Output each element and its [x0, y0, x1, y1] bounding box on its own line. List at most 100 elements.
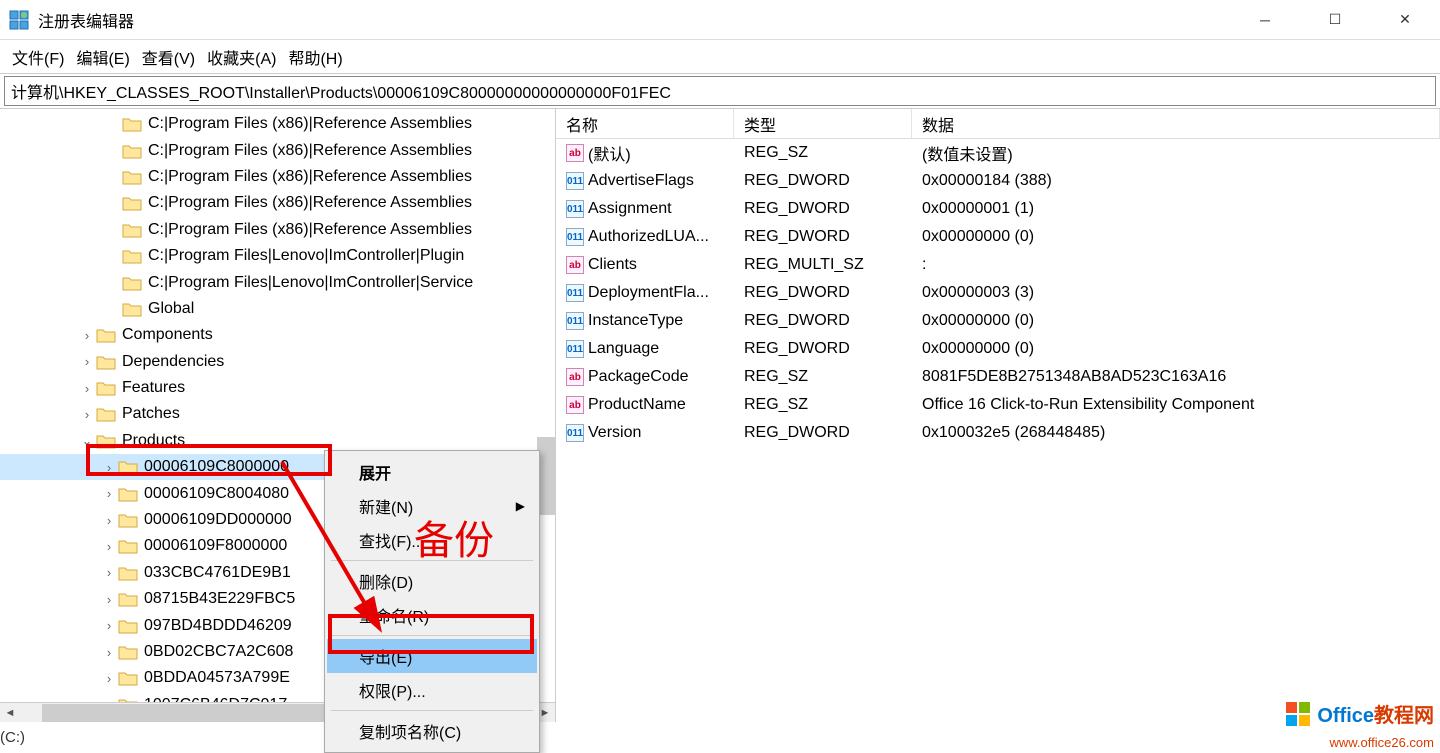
menu-file[interactable]: 文件(F): [12, 45, 64, 69]
registry-value-row[interactable]: 011AdvertiseFlagsREG_DWORD0x00000184 (38…: [556, 167, 1440, 195]
value-name: AdvertiseFlags: [588, 172, 694, 190]
value-data: 0x00000000 (0): [912, 312, 1440, 330]
value-type: REG_DWORD: [734, 424, 912, 442]
folder-icon: [118, 591, 138, 607]
tree-item-label: C:|Program Files|Lenovo|ImController|Ser…: [148, 274, 473, 292]
tree-expander-icon[interactable]: ⌄: [78, 433, 96, 449]
tree-item[interactable]: ›Features: [0, 375, 555, 401]
header-data[interactable]: 数据: [912, 109, 1440, 138]
tree-item[interactable]: C:|Program Files (x86)|Reference Assembl…: [0, 217, 555, 243]
close-button[interactable]: ✕: [1370, 0, 1440, 40]
tree-item[interactable]: ›Dependencies: [0, 349, 555, 375]
tree-expander-icon[interactable]: ›: [100, 460, 118, 475]
value-type: REG_SZ: [734, 396, 912, 414]
folder-icon: [118, 459, 138, 475]
tree-item-label: 0BD02CBC7A2C608: [144, 643, 293, 661]
cm-delete[interactable]: 删除(D): [327, 564, 537, 598]
tree-expander-icon[interactable]: ›: [78, 328, 96, 343]
tree-item-label: 00006109DD000000: [144, 511, 292, 529]
registry-value-row[interactable]: 011InstanceTypeREG_DWORD0x00000000 (0): [556, 307, 1440, 335]
tree-item-label: Components: [122, 326, 213, 344]
registry-value-row[interactable]: 011AssignmentREG_DWORD0x00000001 (1): [556, 195, 1440, 223]
tree-expander-icon[interactable]: ›: [78, 407, 96, 422]
tree-expander-icon[interactable]: ›: [100, 539, 118, 554]
folder-icon: [118, 538, 138, 554]
folder-icon: [122, 301, 142, 317]
tree-item-label: 08715B43E229FBC5: [144, 590, 295, 608]
header-name[interactable]: 名称: [556, 109, 734, 138]
tree-expander-icon[interactable]: ›: [100, 618, 118, 633]
minimize-button[interactable]: ─: [1230, 0, 1300, 40]
registry-value-row[interactable]: 011DeploymentFla...REG_DWORD0x00000003 (…: [556, 279, 1440, 307]
dword-value-icon: 011: [566, 312, 584, 330]
tree-item[interactable]: C:|Program Files (x86)|Reference Assembl…: [0, 111, 555, 137]
cm-expand[interactable]: 展开: [327, 455, 537, 489]
address-bar[interactable]: 计算机\HKEY_CLASSES_ROOT\Installer\Products…: [4, 76, 1436, 106]
tree-item[interactable]: C:|Program Files (x86)|Reference Assembl…: [0, 164, 555, 190]
registry-value-row[interactable]: 011VersionREG_DWORD0x100032e5 (268448485…: [556, 419, 1440, 447]
registry-value-row[interactable]: abProductNameREG_SZOffice 16 Click-to-Ru…: [556, 391, 1440, 419]
tree-item[interactable]: Global: [0, 296, 555, 322]
tree-item[interactable]: C:|Program Files|Lenovo|ImController|Ser…: [0, 269, 555, 295]
tree-expander-icon[interactable]: ›: [100, 592, 118, 607]
value-name: DeploymentFla...: [588, 284, 709, 302]
menu-edit[interactable]: 编辑(E): [76, 45, 129, 69]
folder-icon: [96, 354, 116, 370]
value-name: ProductName: [588, 396, 686, 414]
string-value-icon: ab: [566, 256, 584, 274]
tree-item-label: Global: [148, 300, 194, 318]
value-type: REG_SZ: [734, 368, 912, 386]
tree-item[interactable]: C:|Program Files (x86)|Reference Assembl…: [0, 137, 555, 163]
registry-value-row[interactable]: 011AuthorizedLUA...REG_DWORD0x00000000 (…: [556, 223, 1440, 251]
tree-item[interactable]: C:|Program Files (x86)|Reference Assembl…: [0, 190, 555, 216]
registry-value-row[interactable]: 011LanguageREG_DWORD0x00000000 (0): [556, 335, 1440, 363]
menubar: 文件(F) 编辑(E) 查看(V) 收藏夹(A) 帮助(H): [0, 40, 1440, 74]
value-type: REG_DWORD: [734, 200, 912, 218]
value-data: 0x00000000 (0): [912, 340, 1440, 358]
tree-expander-icon[interactable]: ›: [100, 645, 118, 660]
cm-permissions[interactable]: 权限(P)...: [327, 673, 537, 707]
cm-copy-key[interactable]: 复制项名称(C): [327, 714, 537, 748]
header-type[interactable]: 类型: [734, 109, 912, 138]
tree-item[interactable]: › Components: [0, 322, 555, 348]
tree-expander-icon[interactable]: ›: [100, 486, 118, 501]
value-data: 0x00000000 (0): [912, 228, 1440, 246]
maximize-button[interactable]: ☐: [1300, 0, 1370, 40]
folder-icon: [118, 512, 138, 528]
tree-expander-icon[interactable]: ›: [100, 513, 118, 528]
registry-value-row[interactable]: ab(默认)REG_SZ(数值未设置): [556, 139, 1440, 167]
cm-export[interactable]: 导出(E): [327, 639, 537, 673]
value-name: Version: [588, 424, 641, 442]
registry-value-row[interactable]: abClientsREG_MULTI_SZ:: [556, 251, 1440, 279]
value-name: Clients: [588, 256, 637, 274]
value-data: Office 16 Click-to-Run Extensibility Com…: [912, 396, 1440, 414]
tree-item[interactable]: ›Patches: [0, 401, 555, 427]
value-type: REG_DWORD: [734, 172, 912, 190]
cm-separator: [331, 710, 533, 711]
value-type: REG_SZ: [734, 144, 912, 162]
scroll-left-icon[interactable]: ◄: [0, 707, 20, 719]
tree-item-label: C:|Program Files (x86)|Reference Assembl…: [148, 168, 472, 186]
cm-rename[interactable]: 重命名(R): [327, 598, 537, 632]
tree-item[interactable]: C:|Program Files|Lenovo|ImController|Plu…: [0, 243, 555, 269]
tree-item-label: 00006109C8000000: [144, 458, 289, 476]
value-type: REG_DWORD: [734, 340, 912, 358]
tree-expander-icon[interactable]: ›: [78, 381, 96, 396]
string-value-icon: ab: [566, 144, 584, 162]
folder-icon: [118, 670, 138, 686]
tree-expander-icon[interactable]: ›: [100, 671, 118, 686]
values-pane[interactable]: 名称 类型 数据 ab(默认)REG_SZ(数值未设置) 011 Advertise…: [556, 109, 1440, 722]
menu-favorites[interactable]: 收藏夹(A): [207, 45, 276, 69]
tree-item-label: C:|Program Files (x86)|Reference Assembl…: [148, 115, 472, 133]
regedit-icon: [8, 9, 30, 31]
menu-view[interactable]: 查看(V): [142, 45, 195, 69]
folder-icon: [122, 195, 142, 211]
registry-value-row[interactable]: abPackageCodeREG_SZ8081F5DE8B2751348AB8A…: [556, 363, 1440, 391]
folder-icon: [122, 143, 142, 159]
menu-help[interactable]: 帮助(H): [288, 45, 342, 69]
folder-icon: [122, 169, 142, 185]
value-data: (数值未设置): [912, 141, 1440, 165]
tree-expander-icon[interactable]: ›: [100, 565, 118, 580]
tree-item-label: C:|Program Files (x86)|Reference Assembl…: [148, 142, 472, 160]
tree-expander-icon[interactable]: ›: [78, 354, 96, 369]
